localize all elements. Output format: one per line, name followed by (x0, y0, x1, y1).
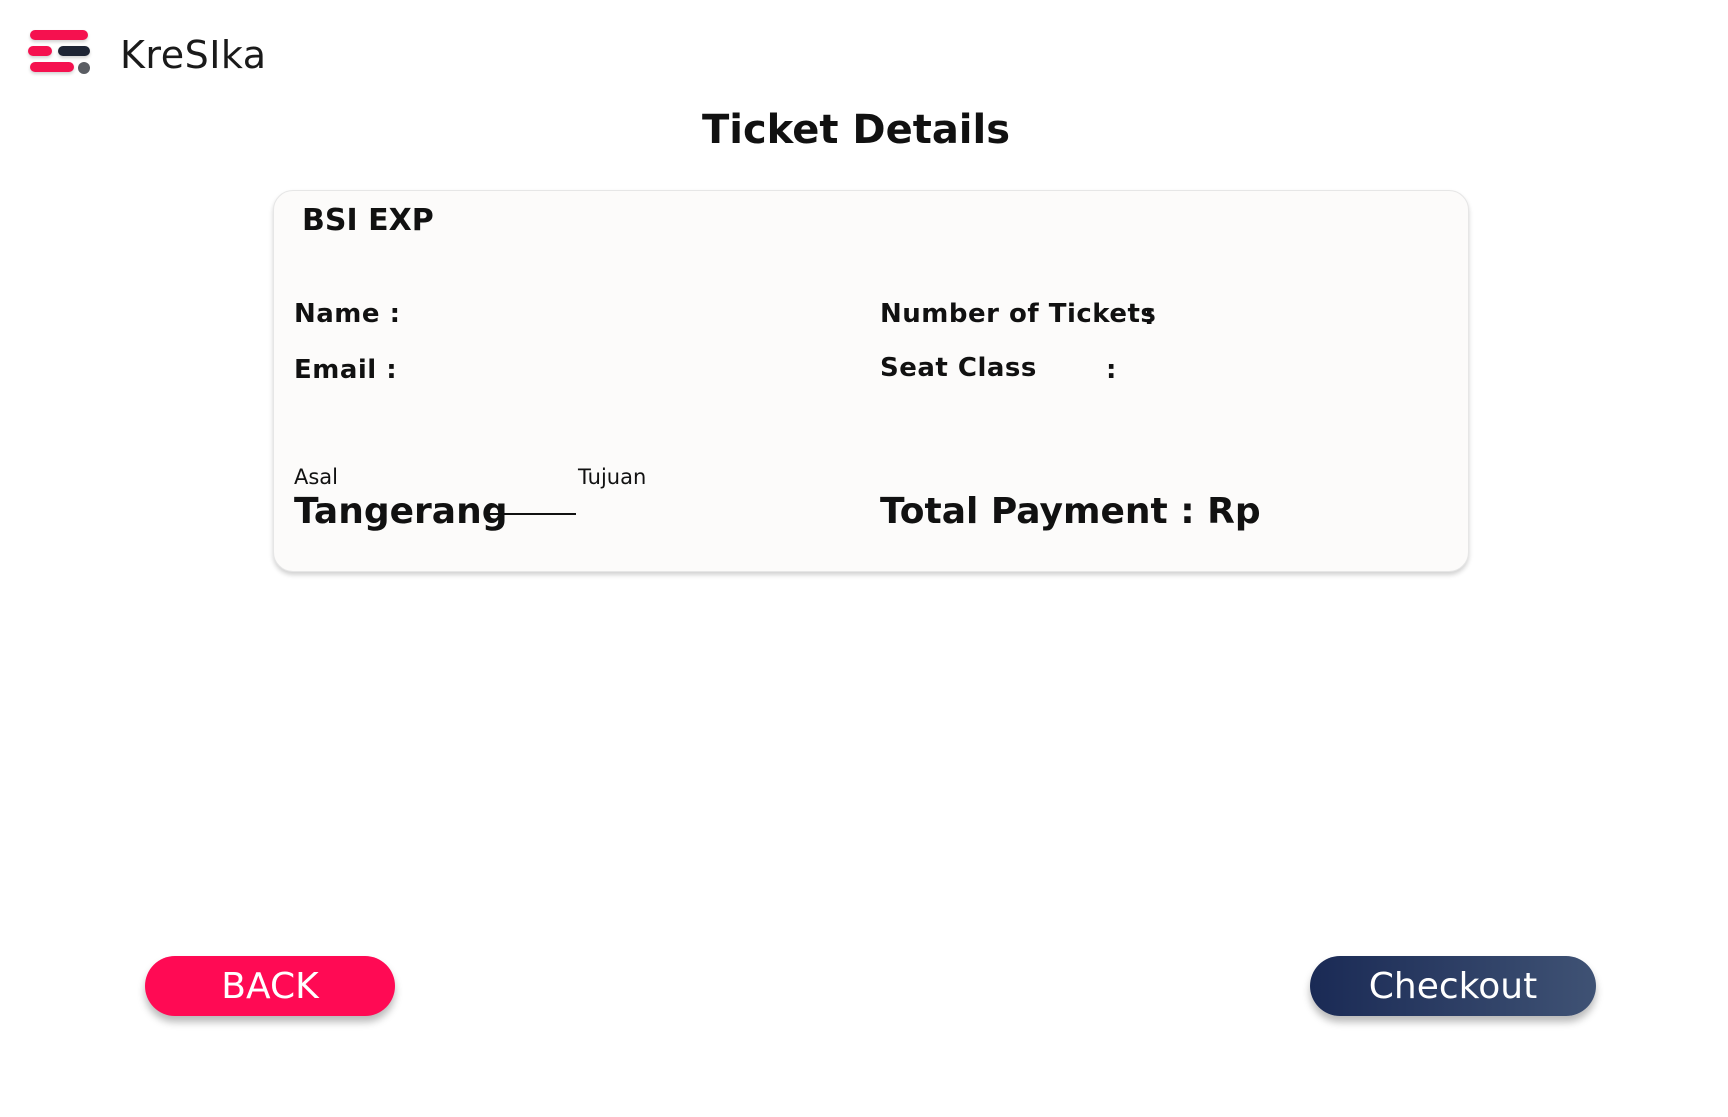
seat-class-colon: : (1106, 355, 1117, 385)
origin-value: Tangerang (294, 491, 508, 532)
page-title: Ticket Details (701, 107, 1011, 153)
logo-bar (30, 62, 74, 72)
train-name: BSI EXP (302, 203, 434, 238)
logo-dot (78, 62, 90, 74)
email-label: Email : (294, 355, 398, 385)
back-button[interactable]: BACK (145, 956, 395, 1016)
route-line (488, 513, 576, 515)
ticket-card: BSI EXP Name : Email : Number of Tickets… (273, 190, 1469, 572)
seat-class-label: Seat Class (880, 353, 1037, 383)
total-payment: Total Payment : Rp (880, 491, 1261, 532)
logo-bar (30, 30, 88, 40)
destination-label: Tujuan (578, 465, 647, 489)
brand-name: KreSIka (120, 33, 267, 77)
name-label: Name : (294, 299, 401, 329)
logo-bar (28, 46, 52, 56)
logo-bar (58, 46, 90, 56)
checkout-button[interactable]: Checkout (1310, 956, 1596, 1016)
tickets-colon: : (1144, 301, 1155, 331)
logo-icon (28, 28, 92, 80)
tickets-label: Number of Tickets (880, 299, 1157, 329)
origin-label: Asal (294, 465, 339, 489)
